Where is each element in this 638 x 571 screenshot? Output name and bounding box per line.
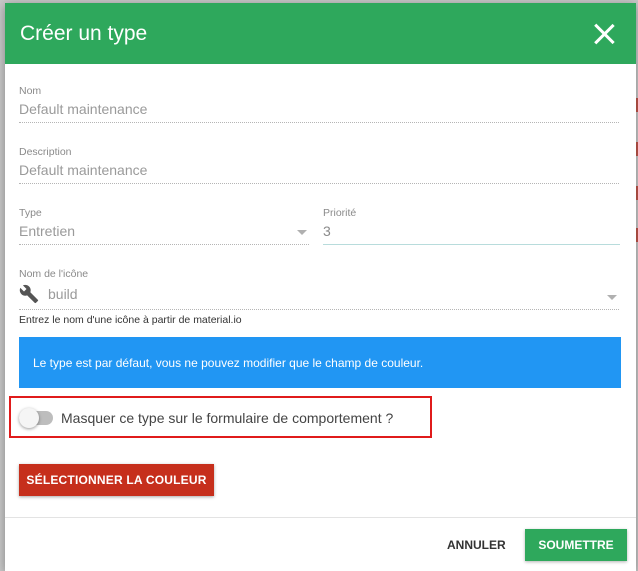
description-label: Description [19, 146, 72, 158]
priority-label: Priorité [323, 207, 357, 219]
type-label: Type [19, 207, 42, 219]
icon-hint-text: Entrez le nom d'une icône à partir de ma… [19, 314, 242, 326]
icon-name-value-row[interactable]: build [19, 280, 619, 310]
create-type-dialog: Créer un type Nom Default maintenance De… [5, 3, 636, 571]
info-banner-text: Le type est par défaut, vous ne pouvez m… [33, 355, 424, 370]
wrench-icon [19, 284, 39, 304]
icon-name-select[interactable]: Nom de l'icône build [19, 268, 619, 310]
hide-type-toggle-row[interactable]: Masquer ce type sur le formulaire de com… [19, 408, 394, 428]
icon-name-value: build [48, 286, 78, 302]
name-label: Nom [19, 85, 42, 97]
description-input[interactable]: Default maintenance [19, 158, 619, 184]
type-select[interactable]: Type Entretien [19, 207, 309, 245]
hide-type-toggle-label: Masquer ce type sur le formulaire de com… [61, 410, 394, 426]
priority-input[interactable]: 3 [323, 219, 620, 245]
hide-type-toggle[interactable] [19, 408, 53, 428]
toggle-knob[interactable] [19, 408, 39, 428]
dialog-title: Créer un type [20, 21, 148, 45]
chevron-down-icon[interactable] [607, 295, 617, 300]
dialog-header: Créer un type [5, 3, 636, 64]
name-field[interactable]: Nom Default maintenance [19, 85, 619, 123]
select-color-button[interactable]: SÉLECTIONNER LA COULEUR [19, 464, 214, 496]
priority-field[interactable]: Priorité 3 [323, 207, 620, 245]
submit-button[interactable]: SOUMETTRE [525, 529, 627, 561]
icon-name-label: Nom de l'icône [19, 268, 89, 280]
description-field[interactable]: Description Default maintenance [19, 146, 619, 184]
info-banner: Le type est par défaut, vous ne pouvez m… [19, 337, 621, 388]
type-value[interactable]: Entretien [19, 219, 309, 245]
close-icon[interactable] [592, 22, 616, 46]
chevron-down-icon[interactable] [297, 230, 307, 235]
footer-divider [5, 517, 636, 518]
cancel-button[interactable]: ANNULER [441, 529, 512, 561]
name-input[interactable]: Default maintenance [19, 97, 619, 123]
